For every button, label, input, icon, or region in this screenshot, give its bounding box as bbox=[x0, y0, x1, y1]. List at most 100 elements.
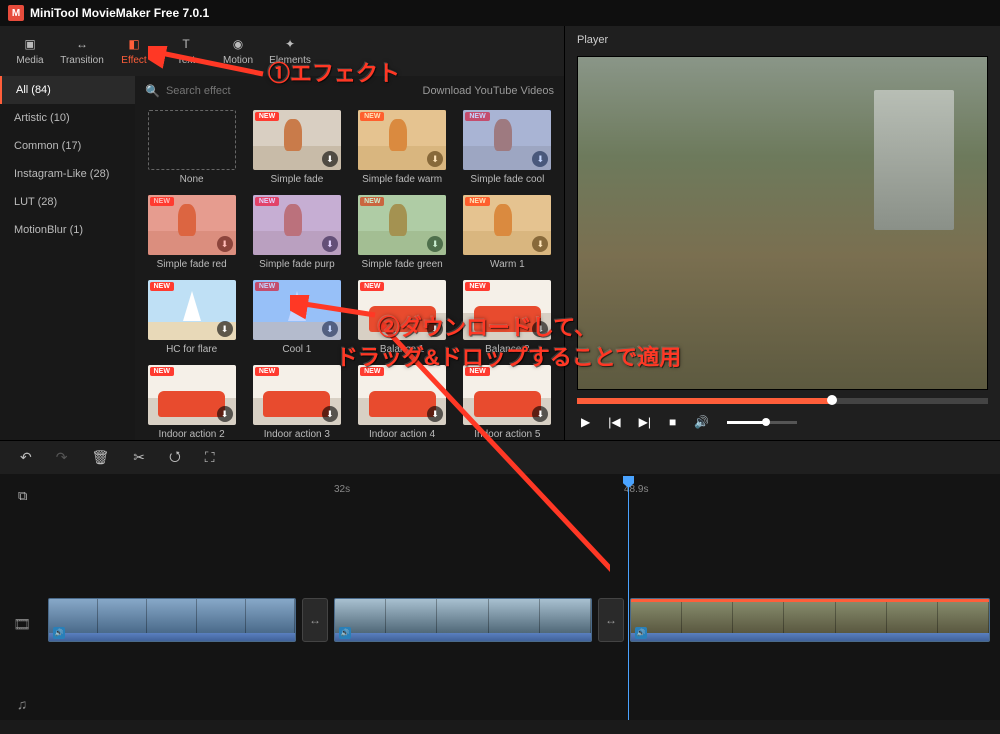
effect-label: Indoor action 2 bbox=[159, 429, 225, 440]
download-icon[interactable]: ⬇ bbox=[322, 151, 338, 167]
new-badge: NEW bbox=[255, 282, 279, 291]
effect-label: None bbox=[180, 174, 204, 185]
title-bar: M MiniTool MovieMaker Free 7.0.1 bbox=[0, 0, 1000, 26]
audio-track: ♫ bbox=[0, 674, 1000, 734]
new-badge: NEW bbox=[255, 367, 279, 376]
speaker-icon: 🔊 bbox=[635, 627, 647, 639]
undo-icon[interactable]: ↶ bbox=[20, 449, 32, 466]
new-badge: NEW bbox=[465, 197, 489, 206]
effect-thumbnail[interactable]: NEW ⬇ bbox=[463, 110, 551, 170]
seek-bar[interactable] bbox=[577, 398, 988, 404]
folder-icon: ▣ bbox=[21, 37, 39, 51]
download-youtube-link[interactable]: Download YouTube Videos bbox=[423, 85, 555, 97]
category-lut[interactable]: LUT (28) bbox=[0, 188, 135, 216]
new-badge: NEW bbox=[360, 197, 384, 206]
new-badge: NEW bbox=[255, 197, 279, 206]
applied-effect-indicator bbox=[631, 599, 989, 602]
effect-thumbnail[interactable] bbox=[148, 110, 236, 170]
music-track-icon: ♫ bbox=[0, 696, 44, 712]
stop-icon[interactable]: ■ bbox=[669, 415, 676, 429]
effect-thumbnail[interactable]: NEW ⬇ bbox=[358, 110, 446, 170]
seek-knob[interactable] bbox=[827, 395, 837, 405]
player-controls: ▶ |◀ ▶| ■ 🔊 bbox=[565, 404, 1000, 440]
app-title: MiniTool MovieMaker Free 7.0.1 bbox=[30, 6, 209, 20]
app-logo-icon: M bbox=[8, 5, 24, 21]
effect-thumbnail[interactable]: NEW ⬇ bbox=[253, 195, 341, 255]
speed-icon[interactable]: ⭯ bbox=[169, 446, 181, 470]
effect-label: Simple fade cool bbox=[470, 174, 544, 185]
transition-icon: ↔ bbox=[73, 37, 91, 51]
tab-media[interactable]: ▣Media bbox=[4, 33, 56, 70]
new-badge: NEW bbox=[360, 112, 384, 121]
download-icon[interactable]: ⬇ bbox=[217, 321, 233, 337]
split-icon[interactable]: ✂ bbox=[133, 449, 145, 466]
effect-thumbnail[interactable]: NEW ⬇ bbox=[148, 365, 236, 425]
effect-item[interactable]: NEW ⬇ Indoor action 2 bbox=[145, 365, 238, 440]
effect-item[interactable]: NEW ⬇ Warm 1 bbox=[461, 195, 554, 270]
effect-thumbnail[interactable]: NEW ⬇ bbox=[358, 195, 446, 255]
effect-item[interactable]: NEW ⬇ Simple fade red bbox=[145, 195, 238, 270]
annotation-text: ドラッグ&ドロップすることで適用 bbox=[336, 340, 681, 372]
delete-icon[interactable]: 🗑 bbox=[91, 449, 109, 466]
effect-categories: All (84) Artistic (10) Common (17) Insta… bbox=[0, 76, 135, 440]
annotation-arrow-icon bbox=[148, 46, 268, 86]
playhead[interactable] bbox=[628, 480, 629, 720]
duplicate-icon[interactable]: ⧉ bbox=[18, 488, 27, 504]
player-title: Player bbox=[565, 26, 1000, 56]
new-badge: NEW bbox=[150, 197, 174, 206]
download-icon[interactable]: ⬇ bbox=[217, 236, 233, 252]
category-artistic[interactable]: Artistic (10) bbox=[0, 104, 135, 132]
download-icon[interactable]: ⬇ bbox=[532, 236, 548, 252]
next-icon[interactable]: ▶| bbox=[639, 415, 651, 429]
speaker-icon: 🔊 bbox=[53, 627, 65, 639]
search-icon: 🔍 bbox=[145, 84, 160, 98]
new-badge: NEW bbox=[255, 112, 279, 121]
effect-item[interactable]: NEW ⬇ Simple fade purp bbox=[250, 195, 343, 270]
effect-thumbnail[interactable]: NEW ⬇ bbox=[148, 280, 236, 340]
new-badge: NEW bbox=[150, 367, 174, 376]
category-instagram[interactable]: Instagram-Like (28) bbox=[0, 160, 135, 188]
category-common[interactable]: Common (17) bbox=[0, 132, 135, 160]
effect-item[interactable]: NEW ⬇ Simple fade cool bbox=[461, 110, 554, 185]
effect-label: Simple fade red bbox=[157, 259, 227, 270]
clip[interactable]: 🔊 bbox=[630, 598, 990, 642]
category-all[interactable]: All (84) bbox=[0, 76, 135, 104]
clip[interactable]: 🔊 bbox=[48, 598, 296, 642]
effect-thumbnail[interactable]: NEW ⬇ bbox=[463, 195, 551, 255]
prev-icon[interactable]: |◀ bbox=[608, 415, 620, 429]
download-icon[interactable]: ⬇ bbox=[532, 151, 548, 167]
effect-item[interactable]: None bbox=[145, 110, 238, 185]
annotation-text: ①エフェクト bbox=[268, 56, 400, 88]
effect-label: Simple fade purp bbox=[259, 259, 335, 270]
player-pane: Player ▶ |◀ ▶| ■ 🔊 bbox=[565, 26, 1000, 440]
crop-icon[interactable]: ⛶ bbox=[205, 449, 215, 466]
effect-label: Simple fade warm bbox=[362, 174, 442, 185]
redo-icon[interactable]: ↷ bbox=[56, 449, 68, 466]
download-icon[interactable]: ⬇ bbox=[217, 406, 233, 422]
new-badge: NEW bbox=[360, 282, 384, 291]
new-badge: NEW bbox=[150, 282, 174, 291]
effect-item[interactable]: NEW ⬇ Simple fade green bbox=[356, 195, 449, 270]
new-badge: NEW bbox=[465, 112, 489, 121]
effect-item[interactable]: NEW ⬇ Simple fade warm bbox=[356, 110, 449, 185]
filter-icon: ◧ bbox=[125, 37, 143, 51]
category-motionblur[interactable]: MotionBlur (1) bbox=[0, 216, 135, 244]
tab-transition[interactable]: ↔Transition bbox=[56, 33, 108, 70]
effect-item[interactable]: NEW ⬇ Simple fade bbox=[250, 110, 343, 185]
speaker-icon: 🔊 bbox=[339, 627, 351, 639]
download-icon[interactable]: ⬇ bbox=[427, 151, 443, 167]
effect-thumbnail[interactable]: NEW ⬇ bbox=[148, 195, 236, 255]
download-icon[interactable]: ⬇ bbox=[427, 236, 443, 252]
volume-slider[interactable] bbox=[727, 421, 797, 424]
download-icon[interactable]: ⬇ bbox=[322, 236, 338, 252]
new-badge: NEW bbox=[465, 282, 489, 291]
effect-label: Warm 1 bbox=[490, 259, 525, 270]
effect-label: HC for flare bbox=[166, 344, 217, 355]
effect-thumbnail[interactable]: NEW ⬇ bbox=[253, 110, 341, 170]
effect-label: Simple fade bbox=[270, 174, 323, 185]
sparkle-icon: ✦ bbox=[281, 37, 299, 51]
video-track-icon: 🎞 bbox=[0, 616, 44, 633]
effect-item[interactable]: NEW ⬇HC for flare bbox=[145, 280, 238, 355]
volume-icon[interactable]: 🔊 bbox=[694, 415, 709, 429]
effect-label: Simple fade green bbox=[362, 259, 443, 270]
